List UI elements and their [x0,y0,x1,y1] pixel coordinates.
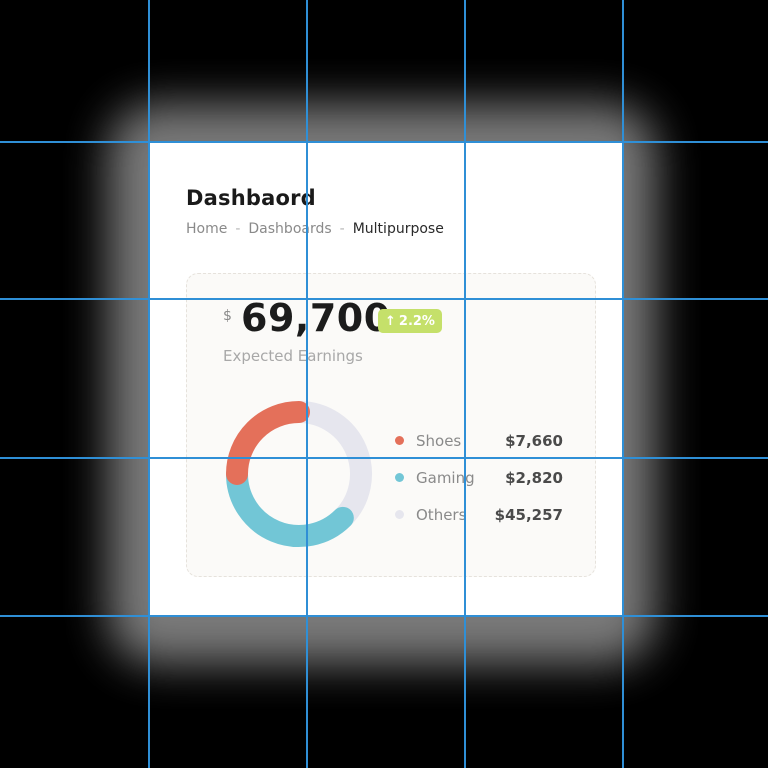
legend-dot-others [395,510,404,519]
legend-item-shoes: Shoes $7,660 [395,422,563,459]
legend-item-gaming: Gaming $2,820 [395,459,563,496]
grid-line-vertical [464,0,466,768]
change-value: 2.2% [398,313,435,329]
earnings-label: Expected Earnings [223,347,363,365]
grid-line-horizontal [0,457,768,459]
donut-chart [226,401,372,547]
legend-dot-gaming [395,473,404,482]
donut-segment-gaming [226,463,354,547]
grid-line-vertical [306,0,308,768]
breadcrumb-separator: - [235,221,241,237]
arrow-up-icon: ↑ [385,313,396,329]
donut-segment-others [298,401,372,526]
grid-line-vertical [622,0,624,768]
legend-label: Gaming [416,468,475,487]
earnings-amount: 69,700 [241,296,391,340]
chart-legend: Shoes $7,660 Gaming $2,820 Others $45,25… [395,422,563,533]
breadcrumb-separator: - [339,221,345,237]
breadcrumb: Home - Dashboards - Multipurpose [186,221,444,237]
legend-label: Others [416,505,467,524]
breadcrumb-item-home[interactable]: Home [186,221,227,237]
screenshot-stage: Dashbaord Home - Dashboards - Multipurpo… [0,0,768,768]
earnings-panel: $ 69,700 ↑ 2.2% Expected Earnings Shoes … [186,273,596,577]
currency-symbol: $ [223,308,232,324]
legend-label: Shoes [416,431,462,450]
legend-value: $2,820 [505,468,563,487]
grid-line-vertical [148,0,150,768]
grid-line-horizontal [0,615,768,617]
legend-value: $45,257 [494,505,563,524]
legend-item-others: Others $45,257 [395,496,563,533]
change-badge: ↑ 2.2% [378,309,442,333]
legend-value: $7,660 [505,431,563,450]
grid-line-horizontal [0,141,768,143]
dashboard-card: Dashbaord Home - Dashboards - Multipurpo… [148,142,624,616]
breadcrumb-item-dashboards[interactable]: Dashboards [248,221,331,237]
donut-segment-shoes [226,401,310,485]
legend-dot-shoes [395,436,404,445]
breadcrumb-current: Multipurpose [352,221,444,237]
page-title: Dashbaord [186,186,316,210]
grid-line-horizontal [0,298,768,300]
